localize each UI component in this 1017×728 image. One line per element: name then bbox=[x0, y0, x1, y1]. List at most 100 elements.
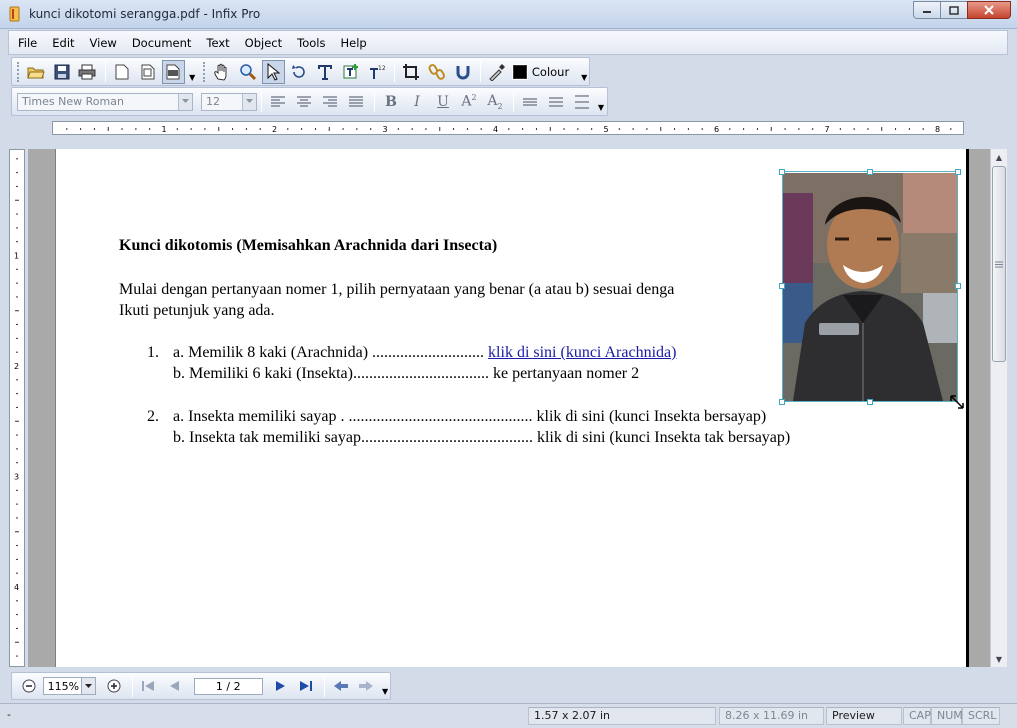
eyedropper-button[interactable] bbox=[485, 60, 509, 84]
underline-icon[interactable]: U bbox=[431, 94, 455, 110]
save-button[interactable] bbox=[50, 60, 74, 84]
crop-tool-button[interactable] bbox=[399, 60, 423, 84]
hand-tool-button[interactable] bbox=[210, 60, 234, 84]
text-block-tool-button[interactable] bbox=[339, 60, 363, 84]
next-page-button[interactable] bbox=[269, 674, 293, 698]
align-left-button[interactable] bbox=[266, 90, 290, 114]
document-heading[interactable]: Kunci dikotomis (Memisahkan Arachnida da… bbox=[119, 237, 497, 255]
menu-text[interactable]: Text bbox=[206, 36, 229, 50]
unlink-tool-button[interactable] bbox=[451, 60, 475, 84]
chevron-down-icon[interactable] bbox=[178, 93, 192, 110]
menu-file[interactable]: File bbox=[18, 36, 37, 50]
last-page-button[interactable] bbox=[294, 674, 318, 698]
resize-handle-middle-left[interactable] bbox=[779, 283, 785, 289]
open-button[interactable] bbox=[24, 60, 48, 84]
menu-view[interactable]: View bbox=[90, 36, 117, 50]
question-1b-text[interactable]: b. Memiliki 6 kaki (Insekta)............… bbox=[173, 365, 639, 383]
close-icon bbox=[984, 5, 994, 15]
crop-icon bbox=[403, 63, 420, 80]
select-tool-button[interactable] bbox=[261, 59, 286, 84]
colour-label[interactable]: Colour bbox=[532, 65, 569, 79]
toolbar-grip[interactable] bbox=[17, 61, 20, 82]
zoom-tool-button[interactable] bbox=[236, 60, 260, 84]
ruler-label: 3 bbox=[383, 125, 388, 134]
question-2-number[interactable]: 2. bbox=[147, 408, 159, 426]
question-1a-text[interactable]: a. Memilik 8 kaki (Arachnida) ..........… bbox=[173, 344, 676, 362]
colour-dropdown-icon[interactable]: ▼ bbox=[579, 62, 589, 82]
document-canvas[interactable]: Kunci dikotomis (Memisahkan Arachnida da… bbox=[28, 149, 990, 667]
vertical-ruler: 1 2 3 4 bbox=[9, 149, 25, 667]
text-tool-button[interactable] bbox=[313, 60, 337, 84]
forward-view-button[interactable] bbox=[355, 674, 379, 698]
resize-handle-bottom-left[interactable] bbox=[779, 399, 785, 405]
bold-icon[interactable]: B bbox=[379, 94, 403, 110]
first-page-button[interactable] bbox=[137, 674, 161, 698]
font-size-combo[interactable]: 12 bbox=[201, 92, 257, 111]
first-page-icon bbox=[142, 681, 155, 691]
scrollbar-thumb[interactable] bbox=[992, 166, 1006, 362]
fit-page-button[interactable] bbox=[136, 60, 160, 84]
toolbar-grip[interactable] bbox=[203, 61, 206, 82]
vertical-scrollbar[interactable]: ▲ ▼ bbox=[990, 149, 1007, 667]
menu-tools[interactable]: Tools bbox=[297, 36, 325, 50]
maximize-button[interactable] bbox=[940, 1, 968, 19]
pdf-page[interactable]: Kunci dikotomis (Memisahkan Arachnida da… bbox=[55, 149, 966, 667]
justify-button[interactable] bbox=[344, 90, 368, 114]
caps-lock-indicator: CAP bbox=[903, 707, 931, 725]
page-number-input[interactable]: 1 / 2 bbox=[193, 677, 263, 695]
align-right-button[interactable] bbox=[318, 90, 342, 114]
line-spacing-single-button[interactable] bbox=[518, 90, 542, 114]
zoom-out-button[interactable] bbox=[17, 674, 41, 698]
arachnida-key-link[interactable]: klik di sini (kunci Arachnida) bbox=[488, 344, 676, 361]
toolbar-separator bbox=[323, 675, 325, 697]
question-2b-text[interactable]: b. Insekta tak memiliki sayap...........… bbox=[173, 429, 790, 447]
italic-icon[interactable]: I bbox=[405, 94, 429, 110]
toolbar-overflow-icon[interactable]: ▼ bbox=[380, 676, 390, 696]
close-button[interactable] bbox=[967, 1, 1011, 19]
back-view-button[interactable] bbox=[329, 674, 353, 698]
eyedropper-icon bbox=[489, 63, 506, 81]
menu-object[interactable]: Object bbox=[245, 36, 282, 50]
menu-help[interactable]: Help bbox=[340, 36, 366, 50]
menu-document[interactable]: Document bbox=[132, 36, 192, 50]
resize-handle-top-right[interactable] bbox=[955, 169, 961, 175]
zoom-dropdown-icon[interactable] bbox=[82, 677, 96, 695]
toolbar-overflow-icon[interactable]: ▼ bbox=[187, 62, 197, 82]
intro-line-1[interactable]: Mulai dengan pertanyaan nomer 1, pilih p… bbox=[119, 281, 674, 299]
minimize-button[interactable] bbox=[913, 1, 941, 19]
line-spacing-medium-button[interactable] bbox=[544, 90, 568, 114]
status-message: - bbox=[7, 708, 11, 721]
scroll-down-icon[interactable]: ▼ bbox=[991, 651, 1007, 667]
zoom-in-button[interactable] bbox=[102, 674, 126, 698]
menu-edit[interactable]: Edit bbox=[52, 36, 74, 50]
resize-handle-top-middle[interactable] bbox=[867, 169, 873, 175]
line-spacing-double-button[interactable] bbox=[570, 90, 594, 114]
font-name-combo[interactable]: Times New Roman bbox=[17, 92, 193, 111]
print-button[interactable] bbox=[75, 60, 99, 84]
resize-handle-middle-right[interactable] bbox=[955, 283, 961, 289]
previous-page-button[interactable] bbox=[162, 674, 186, 698]
chevron-down-icon[interactable] bbox=[242, 93, 256, 110]
num-lock-indicator: NUM bbox=[931, 707, 963, 725]
zoom-level-input[interactable]: 115% bbox=[42, 677, 83, 695]
subscript-icon[interactable]: A2 bbox=[483, 93, 507, 111]
superscript-icon[interactable]: A2 bbox=[457, 93, 481, 110]
text-block-icon bbox=[343, 63, 358, 78]
toolbar-overflow-icon[interactable]: ▼ bbox=[596, 92, 606, 112]
question-2a-text[interactable]: a. Insekta memiliki sayap . ............… bbox=[173, 408, 766, 426]
colour-swatch[interactable] bbox=[511, 60, 529, 84]
scroll-up-icon[interactable]: ▲ bbox=[991, 149, 1007, 165]
resize-handle-bottom-middle[interactable] bbox=[867, 399, 873, 405]
text-flow-tool-button[interactable]: 123 bbox=[365, 60, 389, 84]
page-width-icon bbox=[166, 64, 180, 79]
align-center-button[interactable] bbox=[292, 90, 316, 114]
rotate-tool-button[interactable] bbox=[287, 60, 311, 84]
fit-width-button[interactable] bbox=[161, 59, 186, 84]
question-1-number[interactable]: 1. bbox=[147, 344, 159, 362]
ruler-label: 5 bbox=[604, 125, 609, 134]
resize-handle-top-left[interactable] bbox=[779, 169, 785, 175]
link-tool-button[interactable] bbox=[425, 60, 449, 84]
intro-line-2[interactable]: Ikuti petunjuk yang ada. bbox=[119, 302, 275, 320]
toolbar-separator bbox=[394, 61, 396, 82]
single-page-view-button[interactable] bbox=[110, 60, 134, 84]
